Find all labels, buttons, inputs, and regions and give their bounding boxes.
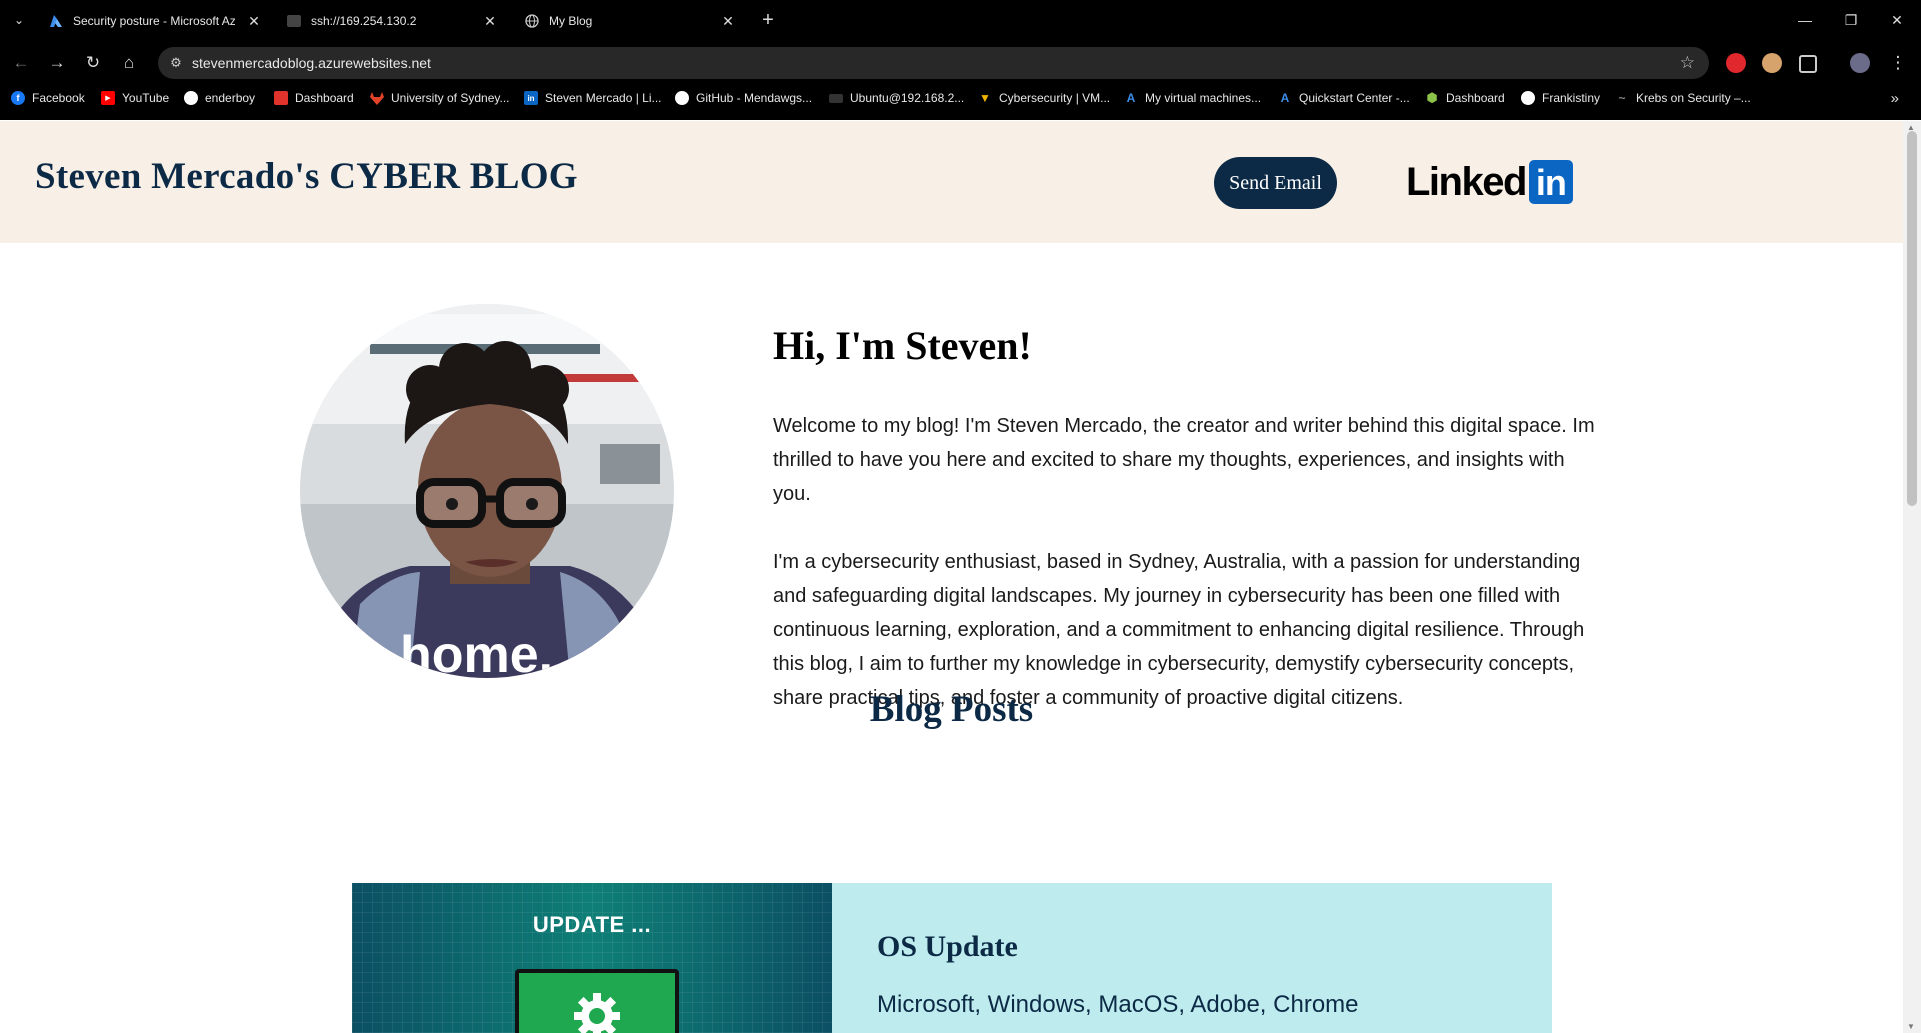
bookmarks-bar: f Facebook ▶ YouTube enderboy Dashboard …	[0, 88, 1921, 112]
bookmark-label: Krebs on Security –...	[1636, 91, 1751, 105]
terminal-icon	[286, 13, 302, 29]
restore-button[interactable]: ❐	[1836, 8, 1866, 32]
intro-paragraph-welcome: Welcome to my blog! I'm Steven Mercado, …	[773, 415, 1595, 505]
azure-icon: A	[1126, 91, 1136, 105]
menu-kebab-icon[interactable]: ⋮	[1886, 51, 1910, 75]
site-header: Steven Mercado's CYBER BLOG Send Email L…	[0, 121, 1903, 243]
bookmark-label: Frankistiny	[1542, 91, 1601, 105]
bookmark-virtual-machines[interactable]: A My virtual machines...	[1124, 91, 1261, 105]
cube-icon: ⬢	[1426, 90, 1438, 105]
bookmark-cybersecurity[interactable]: ▼ Cybersecurity | VM...	[978, 91, 1110, 105]
close-window-button[interactable]: ✕	[1882, 8, 1912, 32]
thumbnail-text: UPDATE ...	[532, 912, 652, 937]
home-button[interactable]: ⌂	[117, 51, 141, 75]
page-scrollbar[interactable]: ▲ ▼	[1903, 121, 1921, 1033]
youtube-icon: ▶	[101, 91, 115, 105]
extensions-puzzle-icon[interactable]	[1799, 55, 1817, 73]
profile-icon	[184, 91, 198, 105]
bookmark-label: University of Sydney...	[391, 91, 510, 105]
profile-avatar[interactable]	[1850, 53, 1870, 73]
back-button[interactable]: ←	[9, 51, 33, 75]
bookmark-label: enderboy	[205, 91, 256, 105]
bookmark-label: Ubuntu@192.168.2...	[850, 91, 965, 105]
linkedin-logo-link[interactable]: Linked in	[1406, 160, 1573, 204]
extension-cookie-icon[interactable]	[1762, 53, 1782, 73]
post-title[interactable]: OS Update	[877, 930, 1018, 964]
bookmark-label: Quickstart Center -...	[1299, 91, 1410, 105]
bookmark-frankistiny[interactable]: Frankistiny	[1521, 91, 1600, 105]
bookmark-star-icon[interactable]: ☆	[1680, 53, 1695, 73]
bookmark-linkedin[interactable]: in Steven Mercado | Li...	[524, 91, 662, 105]
tab-security-posture[interactable]: Security posture - Microsoft Az ✕	[48, 6, 268, 36]
shirt-text: home.	[400, 626, 553, 678]
send-email-button[interactable]: Send Email	[1214, 157, 1337, 209]
blog-post-card[interactable]: UPDATE ... OS Update Microsoft, Windows,…	[352, 883, 1552, 1033]
globe-icon	[524, 13, 540, 29]
forward-button[interactable]: →	[45, 51, 69, 75]
linkedin-wordmark: Linked	[1406, 159, 1527, 204]
bookmark-label: My virtual machines...	[1145, 91, 1262, 105]
bookmark-krebs[interactable]: ~ Krebs on Security –...	[1615, 91, 1751, 105]
bookmark-github-mendawgs[interactable]: GitHub - Mendawgs...	[675, 91, 812, 105]
bookmark-university[interactable]: University of Sydney...	[370, 91, 510, 105]
post-content: OS Update Microsoft, Windows, MacOS, Ado…	[832, 883, 1552, 1033]
close-tab-icon[interactable]: ✕	[720, 13, 736, 29]
azure-icon: A	[1280, 91, 1290, 105]
blog-posts-heading: Blog Posts	[869, 689, 1034, 730]
bookmark-label: YouTube	[122, 91, 170, 105]
site-info-icon[interactable]: ⚙	[168, 55, 184, 71]
bookmark-ubuntu[interactable]: Ubuntu@192.168.2...	[829, 91, 964, 105]
bookmark-label: Steven Mercado | Li...	[545, 91, 662, 105]
tab-search-icon[interactable]: ⌄	[8, 9, 30, 31]
address-bar[interactable]: ⚙ stevenmercadoblog.azurewebsites.net ☆	[158, 47, 1709, 79]
gear-icon	[574, 993, 620, 1033]
gitlab-icon	[370, 91, 384, 105]
avatar: home.	[300, 304, 674, 678]
site-title: Steven Mercado's CYBER BLOG	[35, 156, 578, 197]
scroll-down-icon[interactable]: ▼	[1907, 1022, 1915, 1031]
bookmark-label: Cybersecurity | VM...	[999, 91, 1111, 105]
reload-button[interactable]: ↻	[81, 51, 105, 75]
tab-strip: ⌄ Security posture - Microsoft Az ✕ ssh:…	[0, 0, 1921, 40]
bookmark-label: GitHub - Mendawgs...	[696, 91, 813, 105]
vm-icon: ▼	[979, 91, 991, 105]
bookmark-label: Dashboard	[1446, 91, 1505, 105]
bookmark-label: Dashboard	[295, 91, 354, 105]
more-bookmarks-icon[interactable]: »	[1891, 90, 1899, 107]
minimize-button[interactable]: —	[1790, 8, 1820, 32]
facebook-icon: f	[11, 91, 25, 105]
github-icon	[1521, 91, 1535, 105]
linkedin-icon: in	[1528, 160, 1573, 204]
dashboard-icon	[274, 91, 288, 105]
monitor-icon	[515, 969, 679, 1033]
tab-title: ssh://169.254.130.2	[311, 14, 417, 28]
bookmark-label: Facebook	[32, 91, 85, 105]
close-tab-icon[interactable]: ✕	[246, 13, 262, 29]
krebs-icon: ~	[1618, 91, 1626, 105]
tab-title: Security posture - Microsoft Az	[73, 14, 235, 28]
bookmark-dashboard[interactable]: Dashboard	[274, 91, 354, 105]
scrollbar-thumb[interactable]	[1907, 131, 1917, 506]
bookmark-facebook[interactable]: f Facebook	[11, 91, 85, 105]
tab-title: My Blog	[549, 14, 593, 28]
terminal-icon	[829, 93, 843, 103]
new-tab-button[interactable]: +	[757, 9, 779, 31]
close-tab-icon[interactable]: ✕	[482, 13, 498, 29]
bookmark-youtube[interactable]: ▶ YouTube	[101, 91, 169, 105]
github-icon	[675, 91, 689, 105]
intro-heading: Hi, I'm Steven!	[773, 323, 1032, 368]
bookmark-dashboard-2[interactable]: ⬢ Dashboard	[1425, 90, 1505, 105]
post-thumbnail[interactable]: UPDATE ...	[352, 883, 832, 1033]
post-tags: Microsoft, Windows, MacOS, Adobe, Chrome	[877, 991, 1359, 1018]
bookmark-quickstart[interactable]: A Quickstart Center -...	[1278, 91, 1410, 105]
azure-icon	[48, 13, 64, 29]
linkedin-icon: in	[524, 91, 538, 105]
browser-chrome: ⌄ Security posture - Microsoft Az ✕ ssh:…	[0, 0, 1921, 120]
url-text[interactable]: stevenmercadoblog.azurewebsites.net	[192, 55, 431, 71]
bookmark-enderboy[interactable]: enderboy	[184, 91, 255, 105]
web-page: Steven Mercado's CYBER BLOG Send Email L…	[0, 121, 1903, 1033]
tab-ssh[interactable]: ssh://169.254.130.2 ✕	[286, 6, 504, 36]
tab-my-blog[interactable]: My Blog ✕	[524, 6, 742, 36]
extension-red-icon[interactable]	[1726, 53, 1746, 73]
